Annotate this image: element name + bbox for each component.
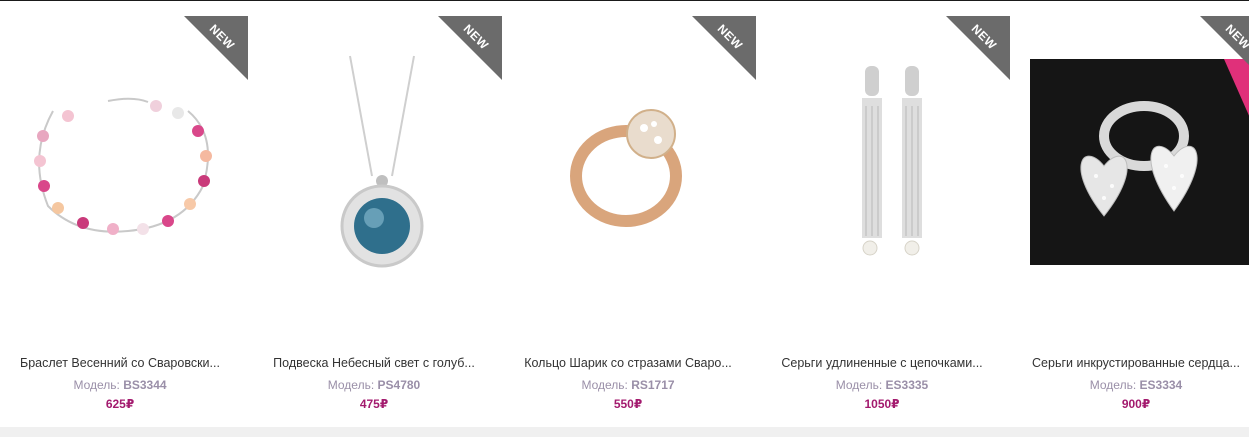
product-price: 550₽ [613,397,643,411]
new-badge: NEW [1200,16,1249,80]
new-badge: NEW [946,16,1010,80]
product-card[interactable]: NEW Серьги инкрустированные сердца... Мо… [1016,0,1249,420]
product-image[interactable]: NEW [516,16,756,316]
new-badge: NEW [692,16,756,80]
product-model: Модель: PS4780 [327,378,421,392]
product-model: Модель: RS1717 [581,378,675,392]
product-model: Модель: ES3334 [1089,378,1183,392]
product-price: 1050₽ [864,397,900,411]
product-price: 900₽ [1121,397,1151,411]
new-badge: NEW [438,16,502,80]
product-price: 625₽ [105,397,135,411]
product-title[interactable]: Браслет Весенний со Сваровски... [0,356,240,370]
product-title[interactable]: Подвеска Небесный свет с голуб... [254,356,494,370]
new-badge: NEW [184,16,248,80]
bottom-band [0,427,1249,437]
product-price: 475₽ [359,397,389,411]
product-title[interactable]: Кольцо Шарик со стразами Сваро... [508,356,748,370]
product-card[interactable]: NEW Подвеска Небесный свет с голуб... Мо… [254,0,504,420]
product-image[interactable]: NEW [1024,16,1249,316]
product-image[interactable]: NEW [8,16,248,316]
product-title[interactable]: Серьги инкрустированные сердца... [1016,356,1249,370]
product-title[interactable]: Серьги удлиненные с цепочками... [762,356,1002,370]
product-image[interactable]: NEW [262,16,502,316]
product-model: Модель: BS3344 [73,378,167,392]
product-image[interactable]: NEW [770,16,1010,316]
product-model: Модель: ES3335 [835,378,929,392]
product-card[interactable]: NEW Серьги удлиненные с цепочками... Мод… [762,0,1012,420]
product-card[interactable]: NEW Кольцо Шарик со стразами Сваро... Мо… [508,0,758,420]
product-card[interactable]: NEW Браслет Весенний со Сваровски... Мод… [0,0,250,420]
